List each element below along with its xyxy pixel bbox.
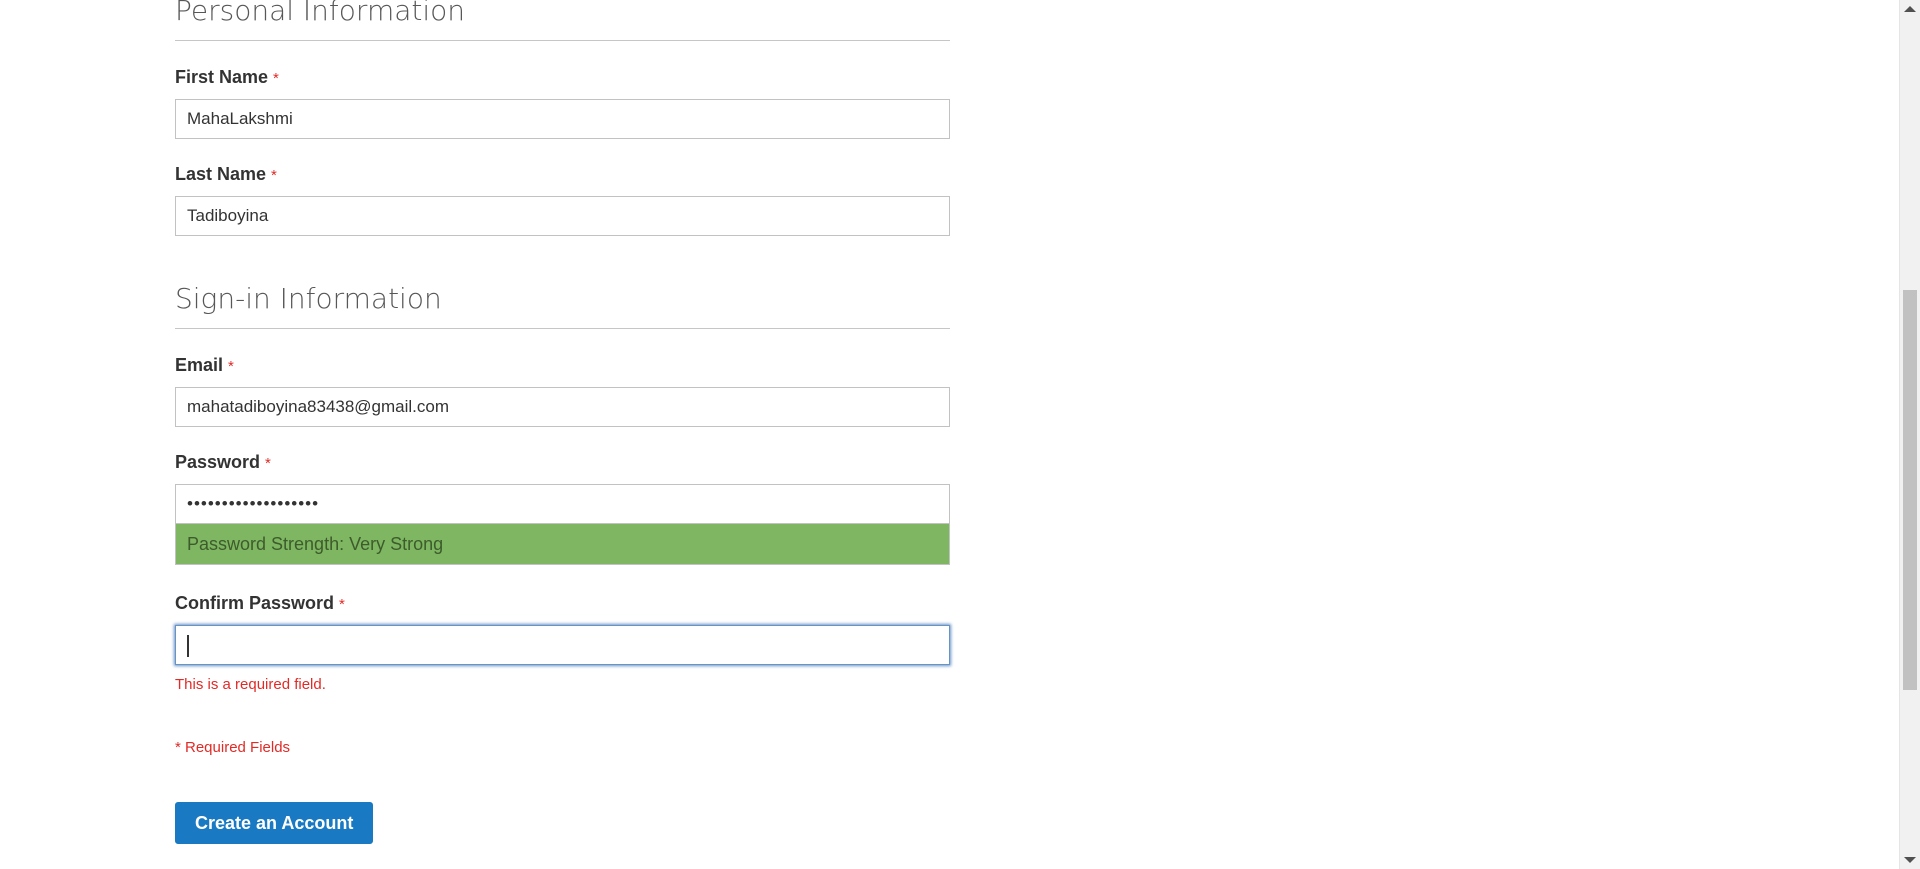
password-label: Password *	[175, 452, 271, 472]
first-name-input[interactable]: MahaLakshmi	[175, 99, 950, 139]
required-asterisk: *	[271, 167, 277, 184]
confirm-password-label: Confirm Password *	[175, 593, 345, 613]
confirm-password-field: Confirm Password * This is a required fie…	[175, 591, 950, 694]
email-field: Email * mahatadiboyina83438@gmail.com	[175, 353, 950, 427]
section-title-personal: Personal Information	[175, 0, 950, 41]
scrollbar-thumb[interactable]	[1903, 290, 1917, 690]
last-name-field: Last Name * Tadiboyina	[175, 162, 950, 236]
page: Personal Information First Name * MahaLak…	[0, 0, 1920, 869]
first-name-label: First Name *	[175, 67, 279, 87]
required-asterisk: *	[339, 596, 345, 613]
last-name-input[interactable]: Tadiboyina	[175, 196, 950, 236]
last-name-label: Last Name *	[175, 164, 277, 184]
scroll-down-arrow-icon[interactable]	[1904, 857, 1916, 863]
required-asterisk: *	[228, 358, 234, 375]
confirm-password-error: This is a required field.	[175, 676, 326, 693]
password-field: Password * ••••••••••••••••••• Password S…	[175, 450, 950, 565]
required-asterisk: *	[273, 70, 279, 87]
email-label: Email *	[175, 355, 234, 375]
required-asterisk: *	[265, 455, 271, 472]
password-strength-meter: Password Strength: Very Strong	[175, 524, 950, 565]
email-input[interactable]: mahatadiboyina83438@gmail.com	[175, 387, 950, 427]
registration-form: Personal Information First Name * MahaLak…	[175, 0, 950, 844]
scroll-up-arrow-icon[interactable]	[1904, 6, 1916, 12]
section-title-signin: Sign-in Information	[175, 282, 950, 329]
first-name-field: First Name * MahaLakshmi	[175, 65, 950, 139]
vertical-scrollbar[interactable]	[1899, 0, 1920, 869]
required-fields-note: * Required Fields	[175, 739, 291, 756]
signin-information-section: Sign-in Information Email * mahatadiboyin…	[175, 282, 950, 694]
confirm-password-input[interactable]	[175, 625, 950, 665]
personal-information-section: Personal Information First Name * MahaLak…	[175, 0, 950, 236]
create-account-button[interactable]: Create an Account	[175, 802, 374, 844]
password-input[interactable]: •••••••••••••••••••	[175, 484, 950, 524]
text-caret	[187, 634, 189, 657]
